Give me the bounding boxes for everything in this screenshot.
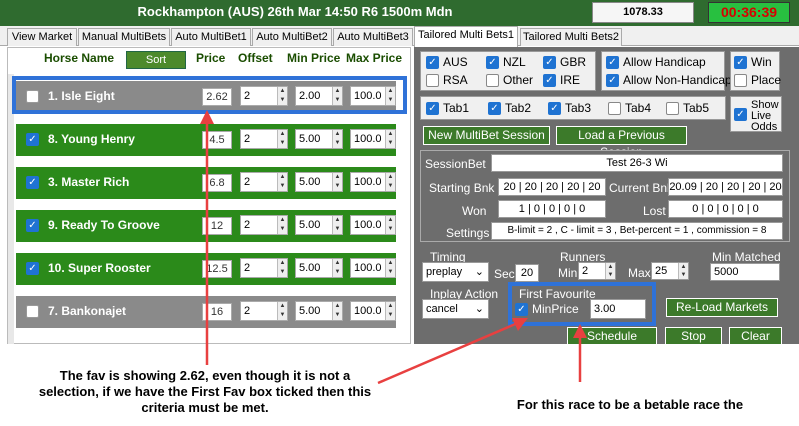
arrow-head-right-up bbox=[573, 324, 587, 338]
annotation-right-text: For this race to be a betable race the bbox=[516, 397, 744, 412]
annotation-left-text: The fav is showing 2.62, even though it … bbox=[38, 368, 372, 415]
arrow-line-right-diag bbox=[377, 320, 521, 385]
arrow-head-left bbox=[200, 110, 214, 124]
annotation-arrows bbox=[200, 110, 587, 385]
